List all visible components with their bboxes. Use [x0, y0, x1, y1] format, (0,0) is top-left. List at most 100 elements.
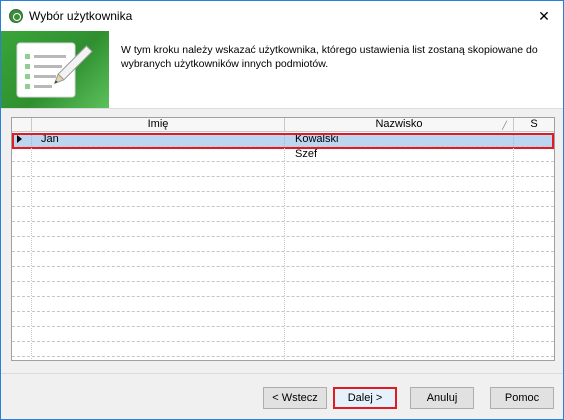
- empty-cell: [12, 328, 32, 341]
- empty-cell: [12, 163, 32, 176]
- empty-cell[interactable]: [514, 163, 554, 176]
- empty-cell[interactable]: [285, 223, 514, 236]
- empty-cell[interactable]: [32, 313, 285, 326]
- empty-cell[interactable]: [514, 238, 554, 251]
- table-row-empty[interactable]: [12, 313, 554, 327]
- step-description: W tym kroku należy wskazać użytkownika, …: [121, 44, 538, 70]
- table-row-empty[interactable]: [12, 358, 554, 360]
- cell-imie[interactable]: [32, 148, 285, 161]
- empty-cell[interactable]: [285, 193, 514, 206]
- empty-cell[interactable]: [514, 193, 554, 206]
- empty-cell: [12, 343, 32, 356]
- table-row[interactable]: Jan Kowalski: [12, 133, 554, 147]
- table-row-empty[interactable]: [12, 268, 554, 282]
- empty-cell: [12, 253, 32, 266]
- empty-cell: [12, 298, 32, 311]
- empty-cell[interactable]: [285, 178, 514, 191]
- empty-cell[interactable]: [32, 223, 285, 236]
- empty-cell[interactable]: [514, 283, 554, 296]
- cell-nazwisko[interactable]: Kowalski: [285, 133, 514, 146]
- table-row-empty[interactable]: [12, 253, 554, 267]
- window-title: Wybór użytkownika: [29, 9, 133, 23]
- empty-cell[interactable]: [285, 343, 514, 356]
- table-row-empty[interactable]: [12, 223, 554, 237]
- empty-cell[interactable]: [32, 163, 285, 176]
- title-bar[interactable]: Wybór użytkownika ✕: [1, 1, 563, 31]
- empty-cell[interactable]: [285, 328, 514, 341]
- column-header-nazwisko-label: Nazwisko: [375, 118, 423, 130]
- empty-cell[interactable]: [285, 313, 514, 326]
- empty-cell: [12, 208, 32, 221]
- footer-divider: [1, 373, 563, 374]
- empty-cell[interactable]: [514, 178, 554, 191]
- sort-indicator-icon: ╱: [502, 121, 507, 130]
- empty-cell[interactable]: [285, 163, 514, 176]
- empty-cell: [12, 358, 32, 360]
- back-button[interactable]: < Wstecz: [263, 387, 327, 409]
- empty-cell[interactable]: [514, 343, 554, 356]
- table-row[interactable]: Szef: [12, 148, 554, 162]
- empty-cell[interactable]: [285, 208, 514, 221]
- column-header-s[interactable]: S: [514, 118, 554, 132]
- empty-cell: [12, 238, 32, 251]
- grid-header: Imię Nazwisko ╱ S: [12, 118, 554, 132]
- table-row-empty[interactable]: [12, 238, 554, 252]
- empty-cell: [12, 223, 32, 236]
- empty-cell[interactable]: [285, 238, 514, 251]
- table-row-empty[interactable]: [12, 343, 554, 357]
- empty-cell[interactable]: [32, 343, 285, 356]
- empty-cell: [12, 193, 32, 206]
- empty-cell[interactable]: [285, 358, 514, 360]
- empty-cell[interactable]: [514, 208, 554, 221]
- wizard-header: W tym kroku należy wskazać użytkownika, …: [1, 31, 563, 109]
- empty-cell[interactable]: [514, 253, 554, 266]
- users-grid[interactable]: Imię Nazwisko ╱ S Jan Kowalski Szef: [11, 117, 555, 361]
- table-row-empty[interactable]: [12, 298, 554, 312]
- empty-cell[interactable]: [514, 313, 554, 326]
- row-pointer-icon: [17, 135, 22, 143]
- help-button[interactable]: Pomoc: [490, 387, 554, 409]
- cell-imie[interactable]: Jan: [32, 133, 285, 146]
- empty-cell[interactable]: [32, 283, 285, 296]
- table-row-empty[interactable]: [12, 283, 554, 297]
- empty-cell[interactable]: [32, 208, 285, 221]
- column-header-imie[interactable]: Imię: [32, 118, 285, 132]
- empty-cell[interactable]: [32, 253, 285, 266]
- empty-cell[interactable]: [32, 298, 285, 311]
- empty-cell[interactable]: [514, 298, 554, 311]
- empty-cell: [12, 283, 32, 296]
- row-indicator: [12, 133, 32, 146]
- empty-cell[interactable]: [285, 253, 514, 266]
- empty-cell[interactable]: [32, 193, 285, 206]
- empty-cell: [12, 313, 32, 326]
- cell-nazwisko[interactable]: Szef: [285, 148, 514, 161]
- empty-cell[interactable]: [32, 268, 285, 281]
- empty-cell[interactable]: [285, 268, 514, 281]
- table-row-empty[interactable]: [12, 328, 554, 342]
- table-row-empty[interactable]: [12, 208, 554, 222]
- notepad-pencil-icon: [16, 42, 93, 98]
- cell-s[interactable]: [514, 148, 554, 161]
- table-row-empty[interactable]: [12, 193, 554, 207]
- cancel-button[interactable]: Anuluj: [410, 387, 474, 409]
- column-header-indicator: [12, 118, 32, 132]
- empty-cell[interactable]: [285, 298, 514, 311]
- column-header-nazwisko[interactable]: Nazwisko ╱: [285, 118, 514, 132]
- empty-cell[interactable]: [514, 358, 554, 360]
- empty-cell[interactable]: [32, 328, 285, 341]
- wizard-banner: [1, 31, 109, 108]
- table-row-empty[interactable]: [12, 178, 554, 192]
- empty-cell[interactable]: [32, 178, 285, 191]
- table-row-empty[interactable]: [12, 163, 554, 177]
- close-button[interactable]: ✕: [529, 4, 559, 28]
- empty-cell[interactable]: [514, 223, 554, 236]
- cell-s[interactable]: [514, 133, 554, 146]
- empty-cell[interactable]: [285, 283, 514, 296]
- empty-cell[interactable]: [32, 238, 285, 251]
- next-button[interactable]: Dalej >: [333, 387, 397, 409]
- empty-cell[interactable]: [32, 358, 285, 360]
- empty-cell[interactable]: [514, 328, 554, 341]
- row-indicator: [12, 148, 32, 161]
- empty-cell[interactable]: [514, 268, 554, 281]
- empty-cell: [12, 268, 32, 281]
